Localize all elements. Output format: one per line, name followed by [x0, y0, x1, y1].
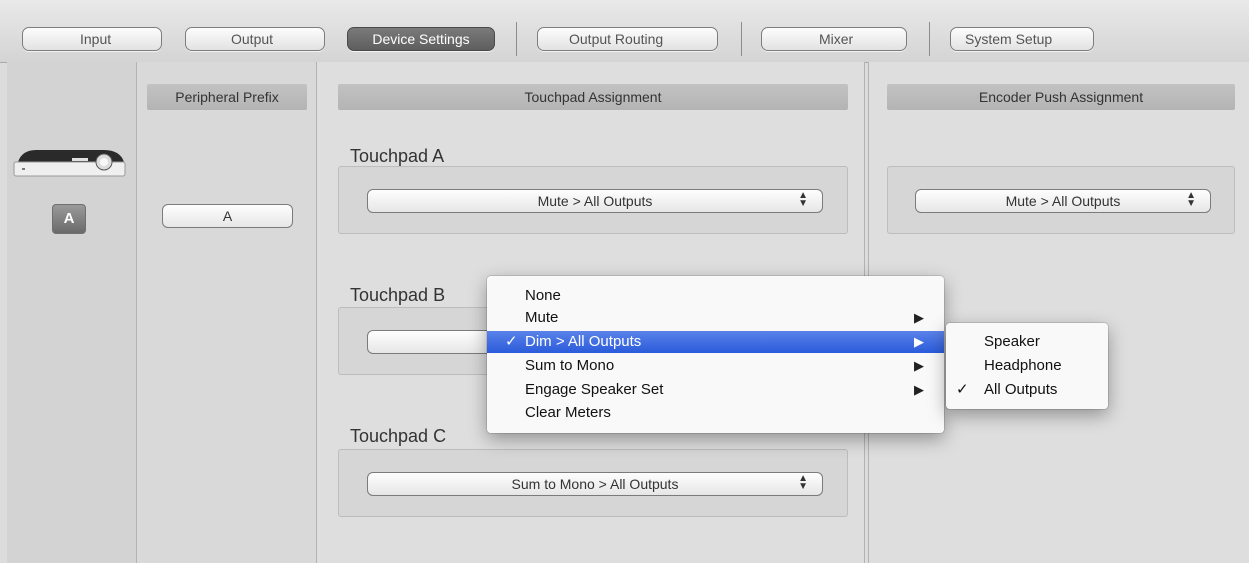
- menu-item-label: Clear Meters: [525, 404, 611, 421]
- menu-item-none[interactable]: None: [487, 285, 944, 307]
- select-arrows-icon: ▲ ▼: [798, 473, 808, 492]
- menu-item-label: Mute: [525, 309, 559, 326]
- submenu-item-headphone[interactable]: Headphone: [946, 355, 1108, 377]
- tab-output-routing[interactable]: Output Routing: [537, 27, 718, 51]
- tab-divider: [516, 22, 517, 56]
- submenu-item-speaker[interactable]: Speaker: [946, 331, 1108, 353]
- encoder-select-label: Mute > All Outputs: [1005, 193, 1121, 209]
- device-column: A: [7, 62, 137, 563]
- tab-mixer-label: Mixer: [819, 31, 854, 47]
- device-badge[interactable]: A: [52, 204, 86, 234]
- tab-output-routing-label: Output Routing: [569, 31, 664, 47]
- dim-submenu: Speaker Headphone ✓ All Outputs: [946, 323, 1108, 409]
- submenu-arrow-icon: ▶: [914, 358, 924, 373]
- checkmark-icon: ✓: [505, 333, 518, 350]
- tab-input[interactable]: Input: [22, 27, 162, 51]
- touchpad-a-select-label: Mute > All Outputs: [537, 193, 653, 209]
- tab-bar: Input Output Device Settings Output Rout…: [0, 0, 1249, 63]
- encoder-select[interactable]: Mute > All Outputs ▲ ▼: [915, 189, 1211, 213]
- touchpad-a-title: Touchpad A: [350, 146, 445, 166]
- peripheral-prefix-button[interactable]: A: [162, 204, 293, 228]
- touchpad-assignment-header: Touchpad Assignment: [338, 84, 848, 110]
- submenu-item-label: All Outputs: [984, 381, 1058, 398]
- tab-input-label: Input: [80, 31, 112, 47]
- touchpad-a-select[interactable]: Mute > All Outputs ▲ ▼: [367, 189, 823, 213]
- tab-system-setup-label: System Setup: [965, 31, 1053, 47]
- touchpad-c-select[interactable]: Sum to Mono > All Outputs ▲ ▼: [367, 472, 823, 496]
- tab-output-label: Output: [231, 31, 274, 47]
- submenu-arrow-icon: ▶: [914, 310, 924, 325]
- select-arrows-icon: ▲ ▼: [1186, 190, 1196, 209]
- assignment-menu: None Mute ▶ ✓ Dim > All Outputs ▶ Sum to…: [487, 276, 944, 433]
- tab-device-settings-label: Device Settings: [372, 31, 470, 47]
- submenu-arrow-icon: ▶: [914, 334, 924, 349]
- menu-item-dim[interactable]: ✓ Dim > All Outputs ▶: [487, 331, 944, 353]
- encoder-push-header: Encoder Push Assignment: [887, 84, 1235, 110]
- menu-item-label: Engage Speaker Set: [525, 381, 664, 398]
- tab-divider: [929, 22, 930, 56]
- touchpad-c-select-label: Sum to Mono > All Outputs: [511, 476, 679, 492]
- peripheral-prefix-column: Peripheral Prefix A: [137, 62, 317, 563]
- interface-device-icon: [13, 150, 126, 177]
- checkmark-icon: ✓: [956, 381, 969, 398]
- tab-mixer[interactable]: Mixer: [761, 27, 907, 51]
- peripheral-prefix-header: Peripheral Prefix: [147, 84, 307, 110]
- submenu-item-label: Speaker: [984, 333, 1040, 350]
- tab-output[interactable]: Output: [185, 27, 325, 51]
- menu-item-label: Dim > All Outputs: [525, 333, 642, 350]
- select-arrows-icon: ▲ ▼: [798, 190, 808, 209]
- menu-item-label: None: [525, 287, 561, 304]
- tab-device-settings[interactable]: Device Settings: [347, 27, 495, 51]
- tab-divider: [741, 22, 742, 56]
- submenu-item-label: Headphone: [984, 357, 1062, 374]
- menu-item-mute[interactable]: Mute ▶: [487, 307, 944, 329]
- touchpad-b-title: Touchpad B: [350, 285, 446, 305]
- tab-system-setup[interactable]: System Setup: [950, 27, 1094, 51]
- touchpad-c-title: Touchpad C: [350, 426, 447, 446]
- menu-item-engage-speaker-set[interactable]: Engage Speaker Set ▶: [487, 379, 944, 401]
- menu-item-clear-meters[interactable]: Clear Meters: [487, 402, 944, 424]
- submenu-arrow-icon: ▶: [914, 382, 924, 397]
- menu-item-sum-to-mono[interactable]: Sum to Mono ▶: [487, 355, 944, 377]
- menu-item-label: Sum to Mono: [525, 357, 615, 374]
- submenu-item-all-outputs[interactable]: ✓ All Outputs: [946, 379, 1108, 401]
